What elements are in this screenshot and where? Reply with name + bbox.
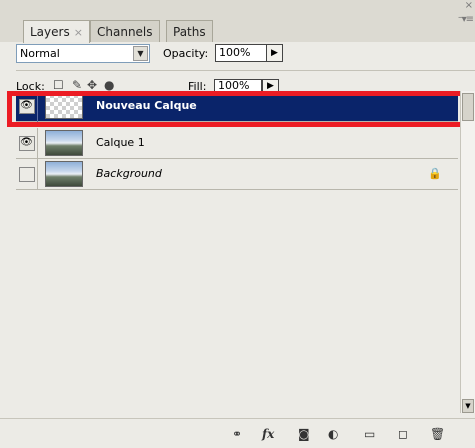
panel-tab-bar: Layers × Channels Paths × – ▾≡ [0, 0, 475, 43]
layers-list: 👁 Nouveau Calque 👁 Calque 1 · Background… [16, 91, 458, 413]
trash-icon[interactable]: 🗑 [430, 427, 445, 441]
panel-menu-icon[interactable]: ▾≡ [462, 14, 474, 25]
lock-all-icon[interactable]: ● [104, 78, 114, 92]
lock-image-brush-icon[interactable]: ✎ [72, 78, 82, 92]
new-layer-icon[interactable]: ◻ [398, 427, 408, 441]
chevron-down-icon[interactable]: ▼ [133, 46, 148, 61]
adjustment-icon[interactable]: ◐ [328, 427, 338, 441]
group-folder-icon[interactable]: ▭ [364, 427, 375, 441]
scroll-down-icon[interactable]: ▼ [462, 399, 474, 413]
tab-channels[interactable]: Channels [90, 20, 160, 42]
layer-name: Background [96, 167, 162, 180]
close-icon[interactable]: × [465, 1, 473, 11]
layer-thumbnail [45, 161, 83, 187]
layers-toolbar: ⚭ fx ◙ ◐ ▭ ◻ 🗑 [0, 418, 475, 448]
tab-layers-label: Layers [30, 25, 70, 39]
layer-row-background[interactable]: · Background 🔒 [16, 159, 458, 190]
visibility-toggle[interactable]: 👁 [16, 128, 38, 159]
link-icon[interactable]: ⚭ [232, 427, 242, 441]
tab-paths-label: Paths [173, 25, 206, 39]
divider [16, 70, 475, 71]
lock-icon: 🔒 [428, 167, 442, 180]
mask-icon[interactable]: ◙ [298, 427, 310, 441]
layer-name: Calque 1 [96, 136, 145, 149]
opacity-slider-arrow-icon[interactable]: ▶ [266, 44, 283, 62]
layers-panel: Layers × Channels Paths × – ▾≡ Normal ▼ O… [0, 0, 475, 448]
highlight-box [7, 91, 473, 127]
opacity-field[interactable]: 100% [215, 44, 267, 62]
scrollbar-thumb[interactable] [462, 93, 474, 121]
visibility-toggle[interactable]: · [16, 159, 38, 190]
eye-hidden-icon: · [18, 167, 35, 182]
blend-mode-select[interactable]: Normal ▼ [16, 44, 150, 63]
scrollbar[interactable]: ▼ [460, 91, 475, 413]
opacity-label: Opacity: [163, 47, 209, 60]
blend-mode-value: Normal [20, 47, 60, 60]
eye-icon: 👁 [18, 136, 35, 151]
tab-channels-label: Channels [97, 25, 153, 39]
tab-close-icon[interactable]: × [74, 26, 83, 39]
tab-layers[interactable]: Layers × [23, 20, 90, 43]
fx-icon[interactable]: fx [262, 427, 274, 441]
lock-transparent-icon[interactable]: ☐ [53, 78, 64, 92]
lock-position-move-icon[interactable]: ✥ [87, 78, 97, 92]
layer-thumbnail [45, 130, 83, 156]
layer-row-calque-1[interactable]: 👁 Calque 1 [16, 128, 458, 159]
tab-paths[interactable]: Paths [166, 20, 213, 42]
